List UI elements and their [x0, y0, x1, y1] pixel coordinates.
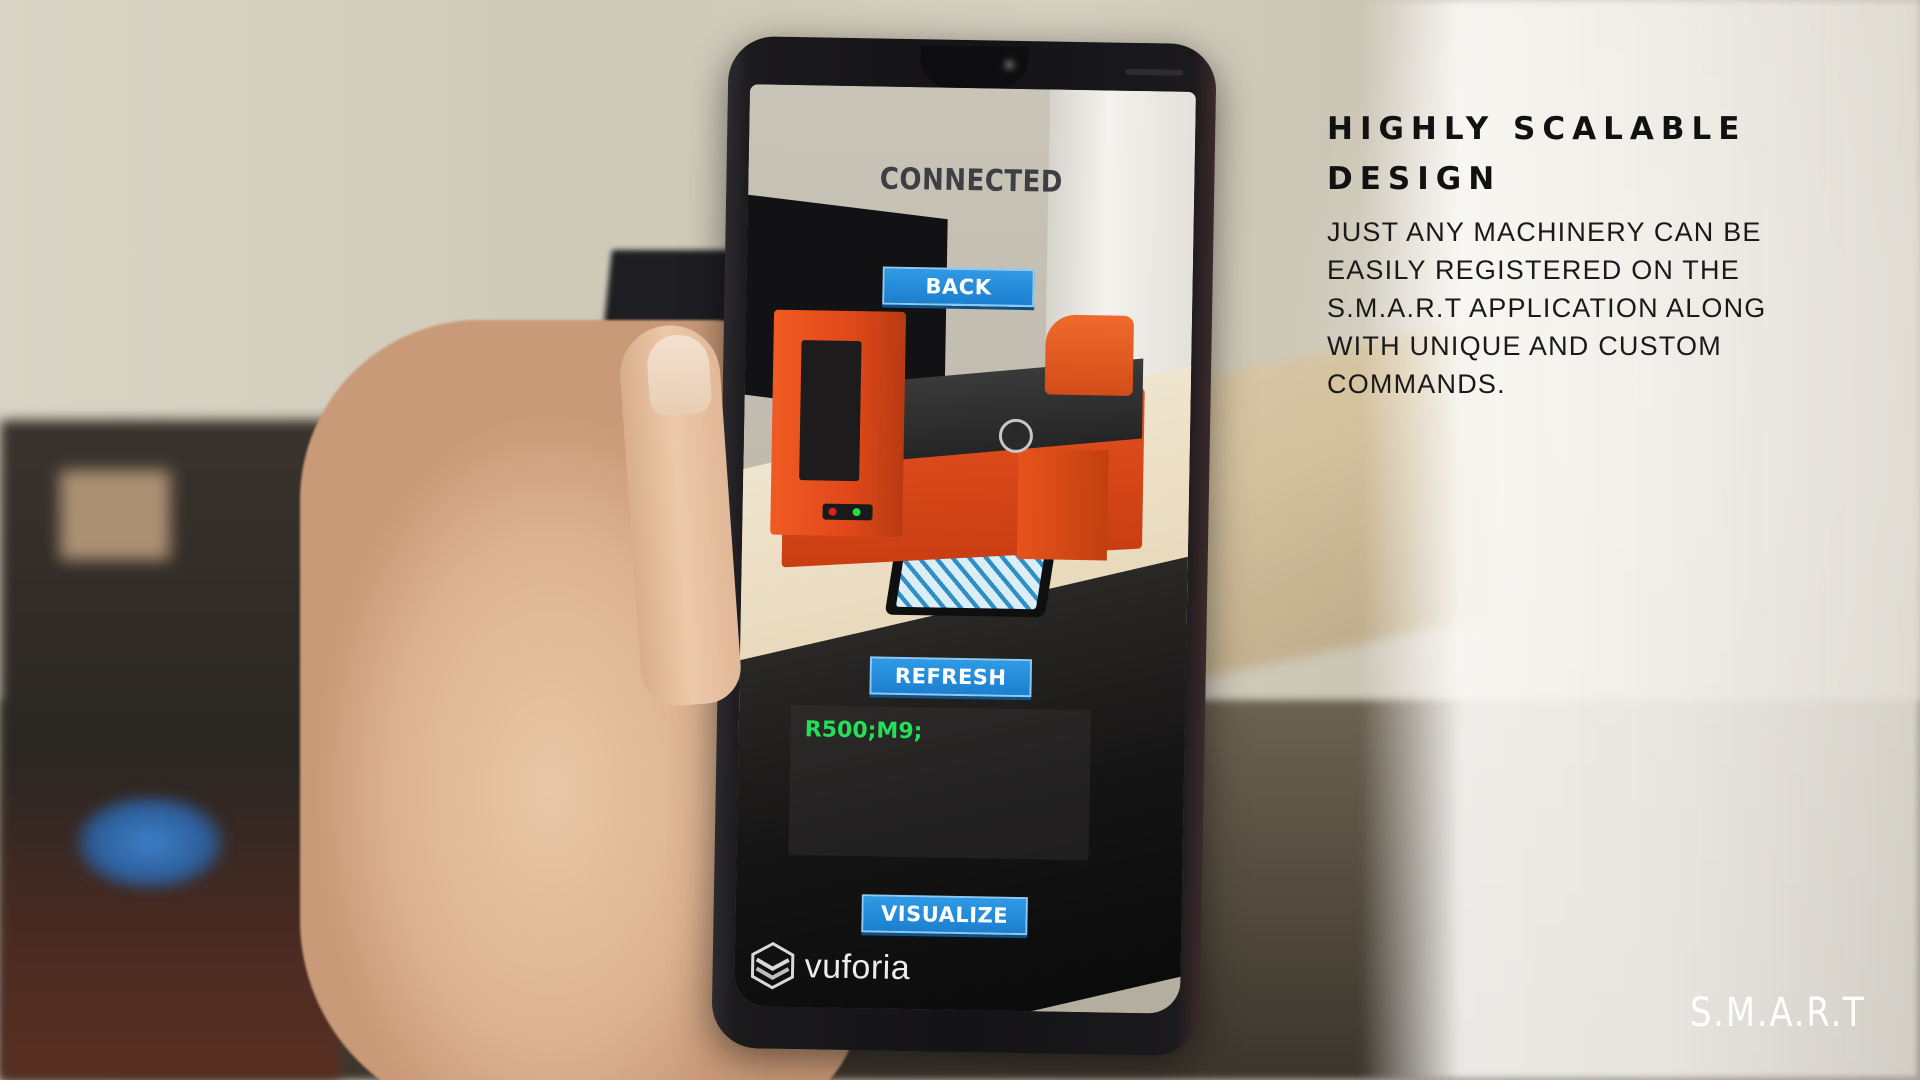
brand-logo: S.M.A.R.T [1690, 990, 1866, 1036]
command-log-text: R500;M9; [804, 717, 923, 745]
lathe-model-leg [1016, 448, 1109, 561]
visualize-button[interactable]: VISUALIZE [861, 894, 1028, 936]
background-shelf [0, 420, 340, 1080]
vuforia-cube-icon [750, 941, 795, 990]
command-log-panel: R500;M9; [788, 705, 1092, 861]
green-light-icon [852, 508, 861, 517]
back-button[interactable]: BACK [882, 266, 1035, 308]
smartphone: CONNECTED BACK REFRESH R500;M9; VISUALIZ… [711, 35, 1217, 1057]
red-light-icon [828, 507, 837, 516]
slide-body-text: JUST ANY MACHINERY CAN BE EASILY REGISTE… [1327, 217, 1767, 399]
lathe-indicator-lights [822, 503, 873, 521]
refresh-button[interactable]: REFRESH [869, 656, 1033, 698]
lathe-model-tailstock [1044, 314, 1135, 396]
background-blue-object [75, 795, 225, 890]
thumbnail [645, 332, 713, 418]
background-box [60, 470, 170, 560]
lathe-model-panel [799, 340, 862, 482]
photo-scene: CONNECTED BACK REFRESH R500;M9; VISUALIZ… [0, 0, 1920, 1080]
slide-headline: HIGHLY SCALABLE DESIGN [1327, 111, 1747, 197]
phone-screen: CONNECTED BACK REFRESH R500;M9; VISUALIZ… [733, 84, 1196, 1014]
vuforia-logo: vuforia [750, 939, 911, 994]
earpiece [1125, 68, 1184, 76]
vuforia-wordmark: vuforia [804, 946, 911, 987]
